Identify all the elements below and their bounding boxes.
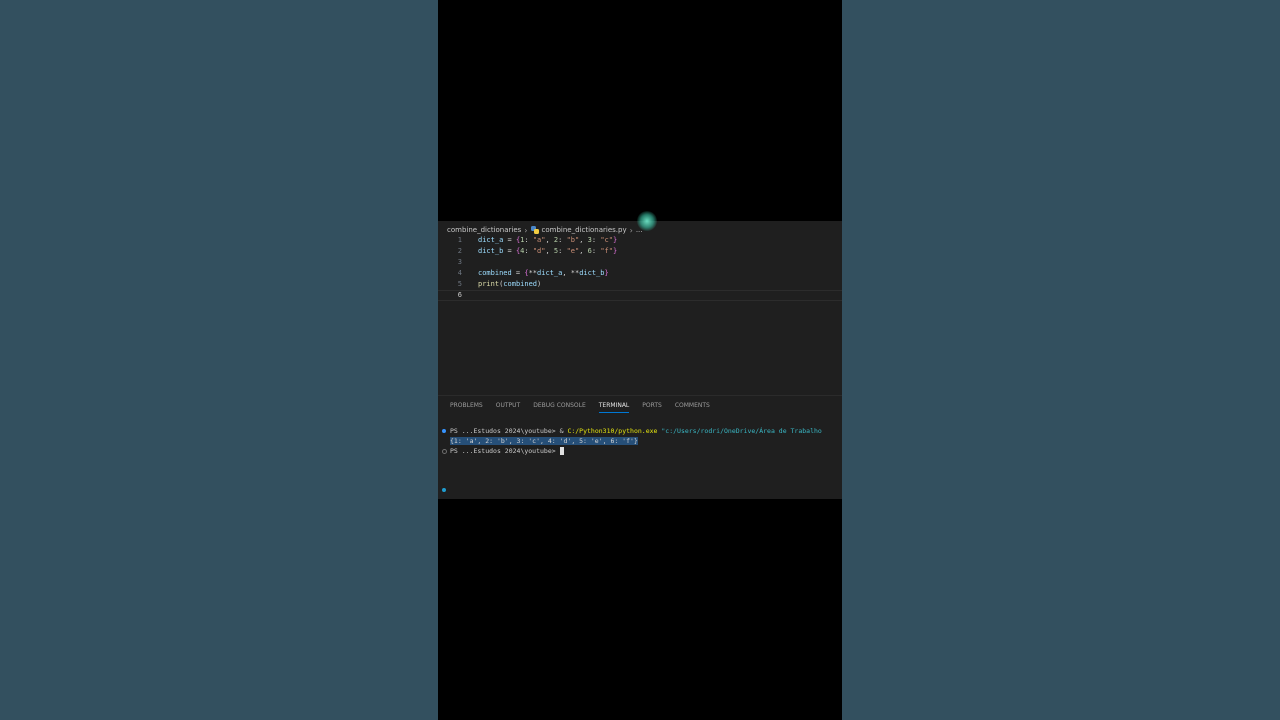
terminal-status-icon — [442, 488, 446, 492]
terminal-exe: C:/Python310/python.exe — [567, 427, 658, 435]
click-indicator — [637, 211, 657, 231]
panel-tabs: PROBLEMS OUTPUT DEBUG CONSOLE TERMINAL P… — [450, 402, 710, 413]
terminal-output-line: {1: 'a', 2: 'b', 3: 'c', 4: 'd', 5: 'e',… — [450, 436, 638, 446]
terminal-prompt: PS ...Estudos 2024\youtube> — [450, 427, 556, 435]
terminal-output: {1: 'a', 2: 'b', 3: 'c', 4: 'd', 5: 'e',… — [450, 437, 638, 445]
code-line: 3 — [438, 257, 842, 268]
tab-comments[interactable]: COMMENTS — [675, 402, 710, 413]
tab-terminal[interactable]: TERMINAL — [598, 402, 630, 413]
code-line: 4 combined = {**dict_a, **dict_b} — [438, 268, 842, 279]
code-text: print(combined) — [478, 280, 542, 288]
code-text: dict_a = {1: "a", 2: "b", 3: "c"} — [478, 236, 618, 244]
vscode-window: combine_dictionaries › combine_dictionar… — [438, 221, 842, 499]
tab-problems[interactable]: PROBLEMS — [450, 402, 483, 413]
line-number: 6 — [457, 291, 462, 299]
line-number: 5 — [457, 280, 462, 288]
terminal-prompt: PS ...Estudos 2024\youtube> — [450, 447, 556, 455]
line-number: 2 — [457, 247, 462, 255]
breadcrumb-file[interactable]: combine_dictionaries.py — [542, 226, 627, 234]
code-line: 1 dict_a = {1: "a", 2: "b", 3: "c"} — [438, 235, 842, 246]
tab-ports[interactable]: PORTS — [642, 402, 662, 413]
code-editor[interactable]: 1 dict_a = {1: "a", 2: "b", 3: "c"} 2 di… — [438, 234, 842, 394]
python-file-icon — [530, 226, 539, 234]
terminal-cursor — [559, 447, 564, 455]
command-success-icon — [442, 429, 446, 433]
terminal-arg: "c:/Users/rodri/OneDrive/Área de Trabalh… — [661, 427, 822, 435]
line-number: 1 — [457, 236, 462, 244]
breadcrumb-folder[interactable]: combine_dictionaries — [447, 226, 521, 234]
line-number: 4 — [457, 269, 462, 277]
code-text: dict_b = {4: "d", 5: "e", 6: "f"} — [478, 247, 618, 255]
code-line: 5 print(combined) — [438, 279, 842, 290]
terminal-prompt-line: PS ...Estudos 2024\youtube> — [450, 446, 564, 456]
tab-output[interactable]: OUTPUT — [496, 402, 520, 413]
code-line-active: 6 — [438, 290, 842, 301]
tab-debug-console[interactable]: DEBUG CONSOLE — [533, 402, 586, 413]
code-text: combined = {**dict_a, **dict_b} — [478, 269, 609, 277]
bottom-panel: PROBLEMS OUTPUT DEBUG CONSOLE TERMINAL P… — [438, 395, 842, 499]
terminal-amp: & — [559, 427, 564, 435]
code-line: 2 dict_b = {4: "d", 5: "e", 6: "f"} — [438, 246, 842, 257]
command-pending-icon — [442, 449, 447, 454]
terminal-command-line: PS ...Estudos 2024\youtube> & C:/Python3… — [450, 426, 822, 436]
line-number: 3 — [457, 258, 462, 266]
video-frame: combine_dictionaries › combine_dictionar… — [438, 0, 842, 720]
